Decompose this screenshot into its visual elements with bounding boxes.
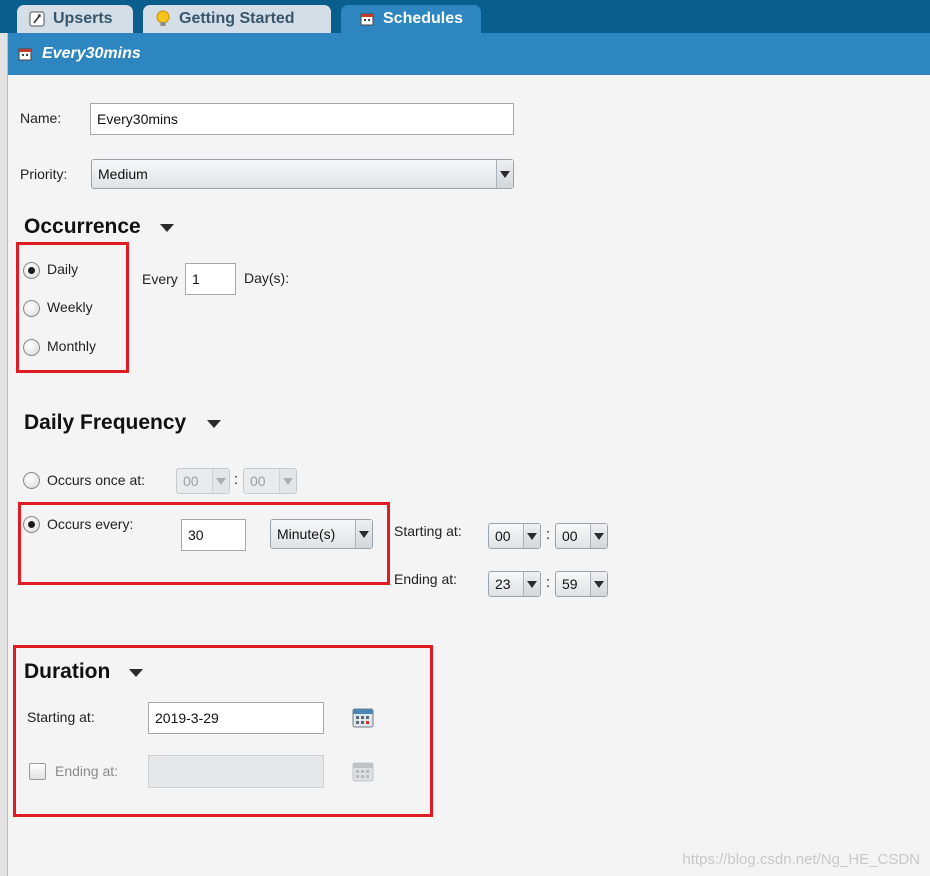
start-minute-select[interactable]: 00 [555, 523, 608, 549]
freq-ending-label: Ending at: [394, 571, 458, 587]
priority-label: Priority: [20, 166, 68, 182]
days-unit-label: Day(s): [244, 270, 290, 286]
tab-label: Upserts [53, 10, 113, 27]
end-minute-select[interactable]: 59 [555, 571, 608, 597]
radio-weekly[interactable] [23, 300, 40, 317]
every-days-input[interactable]: 1 [185, 263, 236, 295]
occurs-once-label: Occurs once at: [47, 472, 146, 488]
calendar-picker-icon[interactable] [352, 706, 374, 728]
duration-start-label: Starting at: [27, 709, 95, 725]
duration-end-label: Ending at: [55, 763, 119, 779]
calendar-icon [18, 47, 32, 61]
name-label: Name: [20, 110, 62, 126]
tab-label: Schedules [383, 10, 464, 27]
start-minute-value: 00 [562, 528, 578, 544]
radio-occurs-once[interactable] [23, 472, 40, 489]
chevron-down-icon [523, 524, 540, 548]
once-hour-value: 00 [183, 473, 199, 489]
chevron-down-icon [590, 524, 607, 548]
chevron-down-icon [355, 520, 372, 548]
occurrence-heading: Occurrence [24, 215, 141, 238]
start-hour-value: 00 [495, 528, 511, 544]
start-date-input[interactable]: 2019-3-29 [148, 702, 324, 734]
time-separator: : [546, 574, 551, 591]
radio-weekly-label: Weekly [47, 299, 93, 315]
lightbulb-icon [155, 10, 171, 27]
start-hour-select[interactable]: 00 [488, 523, 541, 549]
occurs-every-label: Occurs every: [47, 516, 134, 532]
tab-schedules[interactable]: Schedules [341, 5, 481, 33]
collapse-caret-icon[interactable] [129, 669, 143, 677]
tab-upserts[interactable]: Upserts [17, 5, 133, 33]
chevron-down-icon [523, 572, 540, 596]
end-date-input [148, 755, 324, 788]
freq-starting-label: Starting at: [394, 523, 462, 539]
chevron-down-icon [279, 469, 296, 493]
radio-daily[interactable] [23, 262, 40, 279]
name-input[interactable]: Every30mins [90, 103, 514, 135]
once-hour-select: 00 [176, 468, 230, 494]
interval-unit-value: Minute(s) [277, 526, 336, 542]
every-interval-input[interactable]: 30 [181, 519, 246, 551]
tab-getting-started[interactable]: Getting Started [143, 5, 331, 33]
calendar-icon [359, 11, 375, 27]
calendar-picker-icon [352, 760, 374, 782]
priority-value: Medium [98, 166, 148, 182]
time-separator: : [234, 471, 239, 488]
chevron-down-icon [212, 469, 229, 493]
once-minute-select: 00 [243, 468, 297, 494]
upsert-script-icon [29, 11, 45, 27]
time-separator: : [546, 526, 551, 543]
collapse-caret-icon[interactable] [160, 224, 174, 232]
chevron-down-icon [590, 572, 607, 596]
radio-daily-label: Daily [47, 261, 79, 277]
duration-heading: Duration [24, 660, 111, 683]
tab-bar: Upserts Getting Started Schedules [0, 0, 930, 33]
chevron-down-icon [496, 160, 513, 188]
left-panel-edge [0, 33, 8, 876]
watermark-text: https://blog.csdn.net/Ng_HE_CSDN [682, 851, 920, 868]
radio-monthly[interactable] [23, 339, 40, 356]
tab-label: Getting Started [179, 10, 295, 27]
end-minute-value: 59 [562, 576, 578, 592]
radio-monthly-label: Monthly [47, 338, 97, 354]
daily-frequency-heading: Daily Frequency [24, 411, 187, 434]
every-label: Every [142, 271, 178, 287]
end-hour-value: 23 [495, 576, 511, 592]
once-minute-value: 00 [250, 473, 266, 489]
interval-unit-select[interactable]: Minute(s) [270, 519, 373, 549]
schedule-title: Every30mins [42, 45, 141, 62]
ending-at-checkbox[interactable] [29, 763, 46, 780]
priority-select[interactable]: Medium [91, 159, 514, 189]
radio-occurs-every[interactable] [23, 516, 40, 533]
collapse-caret-icon[interactable] [207, 420, 221, 428]
end-hour-select[interactable]: 23 [488, 571, 541, 597]
schedule-title-bar: Every30mins [8, 33, 930, 75]
